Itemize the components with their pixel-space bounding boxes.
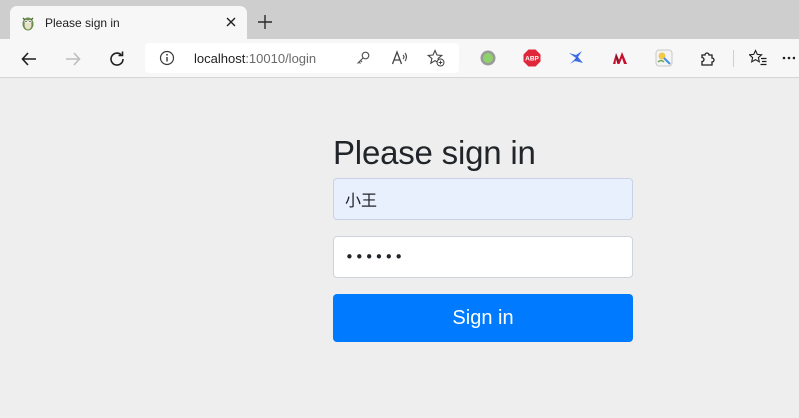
info-icon[interactable]	[159, 50, 175, 66]
bird-extension-icon[interactable]	[567, 49, 585, 67]
url-host: localhost	[194, 51, 246, 66]
arrow-left-icon[interactable]	[17, 47, 41, 71]
translate-extension-icon[interactable]	[655, 49, 673, 67]
page-viewport: Please sign in Sign in	[0, 79, 799, 418]
green-circle-extension-icon[interactable]	[479, 49, 497, 67]
password-input[interactable]	[333, 236, 633, 278]
close-icon[interactable]	[221, 12, 241, 32]
svg-text:ABP: ABP	[525, 56, 539, 63]
tab-strip: Please sign in	[0, 0, 799, 39]
puzzle-icon[interactable]	[699, 49, 717, 67]
username-input[interactable]	[333, 178, 633, 220]
page-title: Please sign in	[333, 134, 536, 171]
reload-icon[interactable]	[105, 47, 129, 71]
favorites-icon[interactable]	[749, 49, 767, 67]
plus-icon[interactable]	[255, 12, 275, 32]
arrow-right-icon[interactable]	[61, 47, 85, 71]
signin-form: Please sign in Sign in	[333, 133, 633, 342]
add-favorite-icon[interactable]	[427, 49, 445, 67]
read-aloud-icon[interactable]	[391, 49, 409, 67]
key-icon[interactable]	[354, 49, 372, 67]
adblock-plus-icon[interactable]: ABP	[523, 49, 541, 67]
url-path: :10010/login	[245, 51, 317, 66]
more-menu-icon[interactable]	[781, 49, 795, 67]
tab-title: Please sign in	[45, 16, 120, 30]
address-bar[interactable]: localhost:10010/login	[145, 43, 459, 73]
browser-tab[interactable]: Please sign in	[10, 6, 247, 39]
mendeley-icon[interactable]	[611, 49, 629, 67]
sign-in-button[interactable]: Sign in	[333, 294, 633, 342]
url-text: localhost:10010/login	[194, 51, 316, 66]
owl-favicon-icon	[20, 15, 36, 31]
browser-toolbar: localhost:10010/login ABP	[0, 39, 799, 78]
toolbar-separator	[733, 50, 734, 67]
